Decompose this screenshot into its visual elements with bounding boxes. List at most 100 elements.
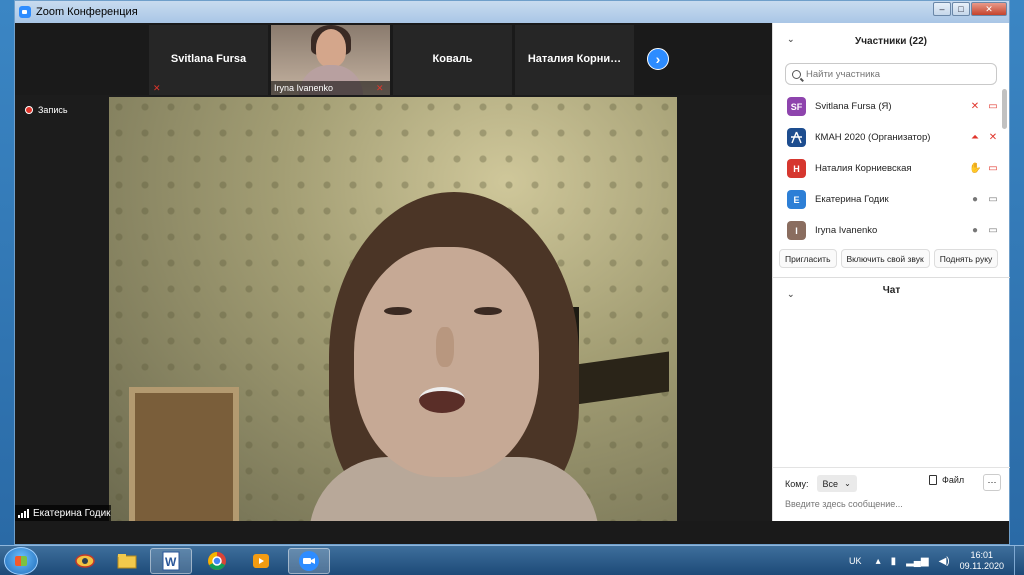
taskbar-word-icon[interactable]: W [150,548,192,574]
chat-recipient: Кому: Все ⌄ [785,475,857,492]
participants-scrollbar[interactable] [1002,89,1007,129]
start-button[interactable] [4,547,38,575]
svg-text:W: W [165,555,177,569]
desktop-edge-left [0,0,14,545]
avatar: SF [787,97,806,116]
speaker-face [354,247,539,477]
speaker-name-label: Екатерина Годик [15,505,111,521]
gallery-tile[interactable]: Svitlana Fursa ✕ [149,25,268,95]
taskbar-chrome-icon[interactable] [196,548,238,574]
participant-row[interactable]: I Iryna Ivanenko ● ▭ [773,215,1009,246]
chevron-down-icon[interactable]: ⌄ [787,289,795,300]
video-off-icon: ▭ [988,101,998,112]
video-camera-icon: ▭ [988,225,998,236]
tile-name: Наталия Корни… [527,53,622,65]
chat-header: ⌄ Чат [773,285,1010,305]
participant-name: Екатерина Годик [815,194,889,205]
clock-date: 09.11.2020 [959,561,1004,571]
signal-strength-icon [18,508,29,518]
tray-arrow-icon[interactable]: ▴ [876,556,881,567]
video-off-icon: ▭ [988,163,998,174]
clock-time: 16:01 [970,550,994,560]
taskbar-explorer-icon[interactable] [106,548,148,574]
volume-icon[interactable]: ◀) [939,556,950,567]
meeting-area: Svitlana Fursa ✕ Iryna Ivanenko ✕ Коваль… [15,23,772,521]
tile-name: Коваль [432,53,473,65]
language-indicator[interactable]: UK [849,556,862,566]
window-controls: – □ ✕ [932,2,1007,16]
taskbar-eye-app-icon[interactable] [64,548,106,574]
participant-row[interactable]: SF Svitlana Fursa (Я) ✕ ▭ [773,91,1009,122]
title-bar: Zoom Конференция – □ ✕ [15,1,1009,23]
windows-taskbar: W UK ▴ ▮ ▂▄▆ ◀) 16:01 09.11.2020 [0,545,1024,575]
participant-row[interactable]: Е Екатерина Годик ● ▭ [773,184,1009,215]
muted-mic-icon: ✕ [376,83,384,93]
search-icon [792,69,801,79]
active-speaker-video [109,97,677,521]
invite-button[interactable]: Пригласить [779,249,837,268]
raise-hand-button[interactable]: Поднять руку [933,249,999,268]
kman-logo-icon [791,131,802,144]
mic-icon: ● [971,194,979,205]
more-options-button[interactable]: ··· [983,474,1001,491]
file-button[interactable]: Файл [929,475,964,485]
minimize-button[interactable]: – [933,2,951,16]
participants-header: ⌄ Участники (22) [773,23,1009,59]
participants-actions: Пригласить Включить свой звук Поднять ру… [779,249,999,268]
participants-title: Участники (22) [855,35,927,47]
maximize-button[interactable]: □ [952,2,970,16]
zoom-window: Zoom Конференция – □ ✕ Svitlana Fursa ✕ … [14,0,1010,545]
show-desktop-button[interactable] [1014,546,1024,575]
background-door [129,387,239,521]
avatar: Н [787,159,806,178]
participant-name: Iryna Ivanenko [815,225,878,236]
muted-mic-icon: ✕ [153,83,161,93]
tile-name: Svitlana Fursa [170,53,247,65]
file-icon [929,475,937,485]
chat-to-label: Кому: [785,478,809,489]
clock[interactable]: 16:01 09.11.2020 [960,550,1004,572]
window-title: Zoom Конференция [36,6,138,18]
close-button[interactable]: ✕ [971,2,1007,16]
participant-row[interactable]: Н Наталия Корниевская ✋ ▭ [773,153,1009,184]
participant-name: Наталия Корниевская [815,163,912,174]
unmute-button[interactable]: Включить свой звук [840,249,930,268]
taskbar-media-player-icon[interactable] [240,548,282,574]
participant-name: Svitlana Fursa (Я) [815,101,892,112]
gallery-strip: Svitlana Fursa ✕ Iryna Ivanenko ✕ Коваль… [15,23,772,95]
recording-indicator[interactable]: Запись [25,105,68,115]
muted-mic-icon: ✕ [988,132,998,143]
gallery-tile[interactable]: Наталия Корни… [515,25,634,95]
recording-label: Запись [38,105,68,115]
system-tray: UK ▴ ▮ ▂▄▆ ◀) 16:01 09.11.2020 [849,546,1024,575]
zoom-app-icon [19,6,31,18]
network-icon[interactable]: ▂▄▆ [906,556,928,567]
record-icon [25,106,33,114]
mic-icon: ● [971,225,979,236]
chevron-down-icon: ⌄ [844,479,851,488]
screen-share-icon: ⏶ [971,132,979,143]
video-camera-icon: ▭ [988,194,998,205]
tile-name: Iryna Ivanenko [271,81,390,95]
avatar: I [787,221,806,240]
avatar [787,128,806,147]
participant-row[interactable]: КМАН 2020 (Организатор) ⏶ ✕ [773,122,1009,153]
chat-input[interactable]: Введите здесь сообщение... [785,499,903,509]
chevron-down-icon[interactable]: ⌄ [787,34,795,45]
participant-name: КМАН 2020 (Организатор) [815,132,931,143]
gallery-tile[interactable]: Iryna Ivanenko ✕ [271,25,390,95]
recipient-select[interactable]: Все ⌄ [816,475,857,492]
search-input[interactable] [806,68,986,80]
next-page-button[interactable]: › [647,48,669,70]
battery-icon[interactable]: ▮ [891,556,897,567]
muted-mic-icon: ✕ [970,101,980,112]
desktop-edge-right [1010,0,1024,545]
speaker-name: Екатерина Годик [33,507,111,519]
gallery-tile[interactable]: Коваль [393,25,512,95]
participant-search[interactable] [785,63,997,85]
taskbar-zoom-icon[interactable] [288,548,330,574]
avatar: Е [787,190,806,209]
chat-title: Чат [882,285,901,296]
participants-panel: ⌄ Участники (22) SF Svitlana Fursa (Я) ✕… [772,23,1010,521]
raised-hand-icon: ✋ [969,163,982,174]
